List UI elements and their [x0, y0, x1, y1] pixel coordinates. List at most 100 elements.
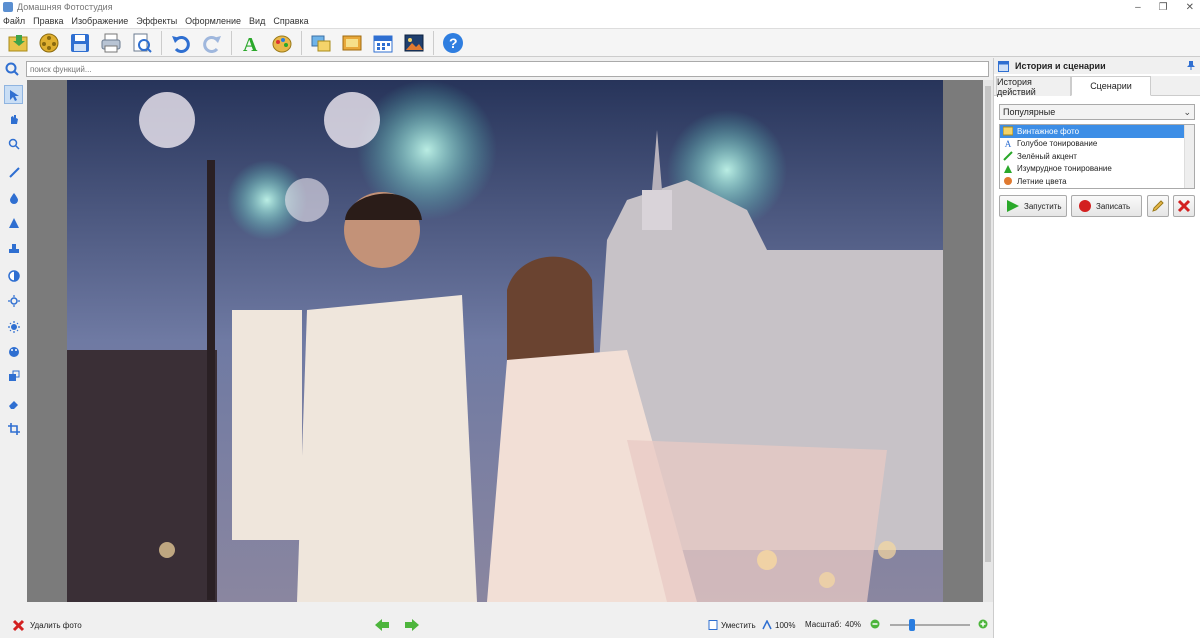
undo-button[interactable]	[169, 31, 193, 55]
scrollbar-thumb[interactable]	[985, 86, 991, 562]
zoom-slider[interactable]	[890, 619, 970, 631]
minus-icon	[870, 619, 880, 629]
menu-edit[interactable]: Правка	[33, 16, 63, 26]
menu-file[interactable]: Файл	[3, 16, 25, 26]
image-swap-icon	[8, 370, 19, 381]
pencil-icon	[1152, 200, 1164, 212]
zoom-tool[interactable]	[4, 134, 23, 153]
arrow-cursor-icon	[9, 89, 19, 101]
zoom-out-button[interactable]	[870, 619, 880, 629]
search-icon[interactable]	[0, 58, 24, 80]
undo-icon	[172, 35, 190, 53]
zoom-100-button[interactable]: 100%	[762, 620, 795, 630]
save-button[interactable]	[68, 31, 92, 55]
redo-icon	[203, 35, 221, 53]
hand-tool[interactable]	[4, 109, 23, 128]
delete-photo-button[interactable]: Удалить фото	[12, 619, 82, 632]
list-item[interactable]: Летние цвета	[1000, 175, 1194, 188]
calendar-button[interactable]	[371, 31, 395, 55]
frames-button[interactable]	[340, 31, 364, 55]
brightness-tool[interactable]	[4, 291, 23, 310]
fit-label: Уместить	[721, 620, 756, 630]
list-item[interactable]: Зелёный акцент	[1000, 150, 1194, 163]
print-button[interactable]	[99, 31, 123, 55]
effects-button[interactable]	[37, 31, 61, 55]
text-button[interactable]: A	[239, 31, 263, 55]
menu-view[interactable]: Вид	[249, 16, 265, 26]
list-item[interactable]: A Голубое тонирование	[1000, 138, 1194, 151]
sun-outline-icon	[7, 294, 20, 307]
vintage-icon	[1003, 126, 1013, 136]
contrast-tool[interactable]	[4, 266, 23, 285]
edit-scenario-button[interactable]	[1147, 195, 1169, 217]
delete-x-icon	[1177, 199, 1191, 213]
zoom-in-button[interactable]	[978, 619, 988, 629]
fit-page-icon	[708, 620, 718, 630]
pin-icon[interactable]	[1186, 60, 1196, 73]
triangle-icon	[8, 217, 19, 228]
fit-button[interactable]: Уместить	[708, 620, 756, 630]
preview-button[interactable]	[130, 31, 154, 55]
sharpen-tool[interactable]	[4, 213, 23, 232]
postcard-button[interactable]	[402, 31, 426, 55]
menu-image[interactable]: Изображение	[72, 16, 129, 26]
brush-icon	[8, 166, 20, 178]
crop-icon	[7, 422, 20, 435]
menu-design[interactable]: Оформление	[185, 16, 241, 26]
magnifier-icon	[8, 138, 20, 150]
scenario-category-select[interactable]: Популярные ⌄	[999, 104, 1195, 120]
replace-tool[interactable]	[4, 366, 23, 385]
blur-tool[interactable]	[4, 188, 23, 207]
minimize-icon[interactable]: –	[1135, 2, 1141, 13]
canvas-horizontal-scrollbar[interactable]	[27, 602, 983, 612]
menu-help[interactable]: Справка	[273, 16, 308, 26]
list-item[interactable]: Изумрудное тонирование	[1000, 163, 1194, 176]
list-item[interactable]: Винтажное фото	[1000, 125, 1194, 138]
clone-tool[interactable]	[4, 239, 23, 258]
tab-history[interactable]: История действий	[996, 76, 1071, 97]
left-toolbar	[0, 82, 27, 602]
select-tool[interactable]	[4, 85, 23, 104]
search-input[interactable]	[26, 61, 989, 77]
brush-icon	[1003, 164, 1013, 174]
decorate-button[interactable]	[270, 31, 294, 55]
zoom-slider-handle[interactable]	[908, 619, 915, 631]
light-tool[interactable]	[4, 317, 23, 336]
collage-button[interactable]	[309, 31, 333, 55]
restore-icon[interactable]: ❐	[1159, 2, 1168, 13]
palette-brush-icon	[272, 35, 292, 52]
panel-header: История и сценарии	[994, 58, 1200, 74]
hand-icon	[10, 114, 18, 124]
menu-effects[interactable]: Эффекты	[136, 16, 177, 26]
open-file-button[interactable]	[6, 31, 30, 55]
stamp-icon	[8, 243, 19, 253]
previous-photo-button[interactable]	[374, 618, 390, 632]
zoom-100-label: 100%	[775, 620, 796, 630]
tab-scenarios[interactable]: Сценарии	[1071, 76, 1151, 96]
menu-bar: Файл Правка Изображение Эффекты Оформлен…	[0, 14, 1200, 28]
title-bar: Домашняя Фотостудия – ❐ ✕	[0, 0, 1200, 14]
scale-label: Масштаб:	[805, 620, 842, 629]
brush-tool[interactable]	[4, 162, 23, 181]
crop-tool[interactable]	[4, 419, 23, 438]
zoom-100-icon	[762, 620, 772, 630]
list-scrollbar[interactable]	[1184, 125, 1194, 188]
play-icon	[1007, 200, 1019, 212]
list-item-label: Голубое тонирование	[1017, 139, 1098, 149]
frame-icon	[342, 35, 362, 50]
run-label: Запустить	[1024, 201, 1062, 211]
eraser-tool[interactable]	[4, 394, 23, 413]
close-icon[interactable]: ✕	[1186, 2, 1194, 13]
color-tool[interactable]	[4, 342, 23, 361]
delete-scenario-button[interactable]	[1173, 195, 1195, 217]
run-button[interactable]: Запустить	[999, 195, 1067, 217]
collage-icon	[311, 35, 331, 51]
image-canvas[interactable]	[27, 80, 983, 602]
record-button[interactable]: Записать	[1071, 195, 1142, 217]
redo-button[interactable]	[200, 31, 224, 55]
next-photo-button[interactable]	[404, 618, 420, 632]
picture-icon	[404, 34, 424, 51]
help-button[interactable]: ?	[441, 31, 465, 55]
window-controls: – ❐ ✕	[1135, 0, 1194, 14]
canvas-vertical-scrollbar[interactable]	[983, 80, 993, 602]
